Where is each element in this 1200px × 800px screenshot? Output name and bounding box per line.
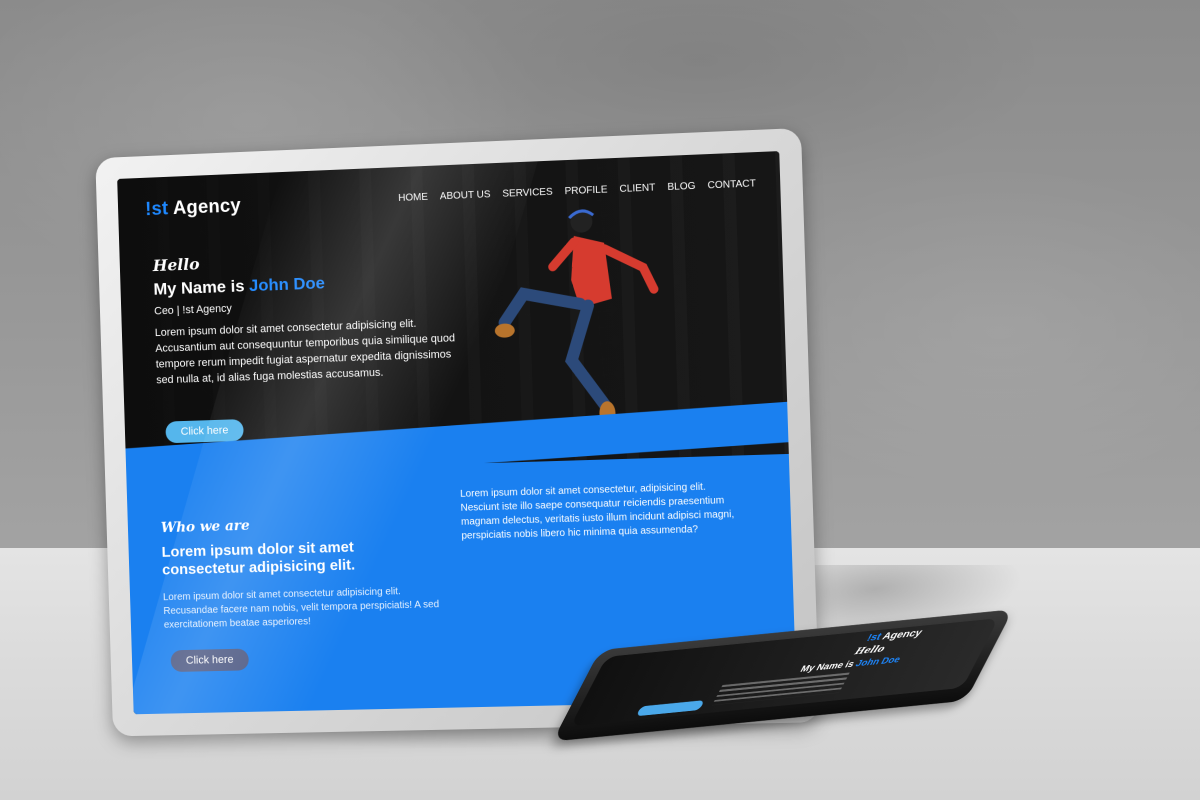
tablet-screen: !st Agency HOME ABOUT US SERVICES PROFIL… xyxy=(117,151,796,714)
dancer-leg-right xyxy=(570,305,605,406)
phone-site-logo: !st Agency xyxy=(865,627,924,643)
dancer-shoe-left xyxy=(495,323,515,338)
about-click-button[interactable]: Click here xyxy=(170,649,249,673)
hero-name: John Doe xyxy=(249,273,325,295)
nav-client[interactable]: CLIENT xyxy=(619,182,655,195)
about-text-left: Lorem ipsum dolor sit amet consectetur a… xyxy=(163,584,458,633)
nav-services[interactable]: SERVICES xyxy=(502,187,553,200)
nav-home[interactable]: HOME xyxy=(398,192,428,204)
dancer-image xyxy=(481,196,668,433)
hero-greeting: Hello xyxy=(152,255,199,276)
phone-text-lines xyxy=(712,673,850,705)
dancer-leg-left xyxy=(504,292,581,323)
dancer-arm-left xyxy=(552,242,575,267)
nav-about-us[interactable]: ABOUT US xyxy=(440,189,491,202)
site-logo[interactable]: !st Agency xyxy=(145,196,241,222)
about-title: Lorem ipsum dolor sit amet consectetur a… xyxy=(161,536,436,579)
dancer-arm xyxy=(604,247,654,291)
hero-click-button[interactable]: Click here xyxy=(165,419,243,443)
phone-click-button xyxy=(636,700,705,716)
hero-title: My Name is John Doe xyxy=(153,273,325,299)
about-text-right: Lorem ipsum dolor sit amet consectetur, … xyxy=(460,480,743,544)
nav-contact[interactable]: CONTACT xyxy=(707,178,756,191)
phone-hero-title: My Name is John Doe xyxy=(799,654,903,674)
hero-role: Ceo | !st Agency xyxy=(154,303,232,318)
nav-profile[interactable]: PROFILE xyxy=(564,184,607,197)
nav-blog[interactable]: BLOG xyxy=(667,181,695,193)
about-heading: Who we are xyxy=(161,518,250,536)
hero-description: Lorem ipsum dolor sit amet consectetur a… xyxy=(155,314,471,388)
